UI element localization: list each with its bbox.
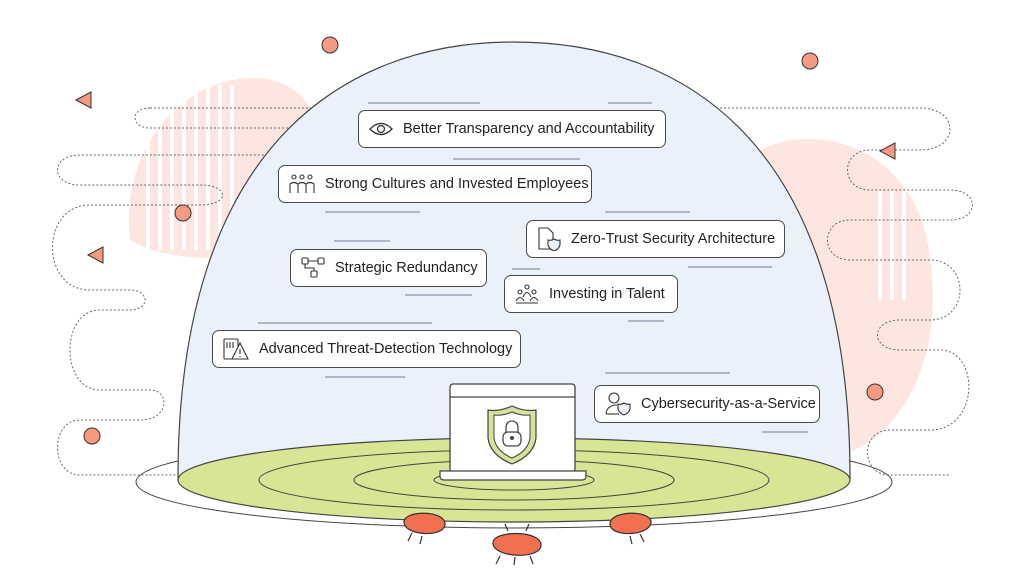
illustration: Better Transparency and Accountability S… [0,0,1024,576]
feature-label: Cybersecurity-as-a-Service [641,396,816,412]
feature-card-talent: Investing in Talent [504,275,678,313]
feature-card-caas: Cybersecurity-as-a-Service [594,385,820,423]
people-group-icon [289,174,315,193]
feature-card-threat-detection: Advanced Threat-Detection Technology [212,330,521,368]
feature-label: Strong Cultures and Invested Employees [325,176,589,192]
feature-card-culture: Strong Cultures and Invested Employees [278,165,592,203]
feature-label: Zero-Trust Security Architecture [571,231,776,247]
laptop [439,383,587,481]
network-nodes-icon [301,257,325,278]
feature-card-redundancy: Strategic Redundancy [290,249,487,287]
team-icon [515,284,539,304]
feature-label: Strategic Redundancy [335,260,478,276]
document-shield-icon [538,227,561,251]
eye-icon [369,122,393,136]
user-shield-icon [605,392,631,416]
feature-label: Better Transparency and Accountability [403,121,655,137]
warning-panel-icon [223,338,249,360]
feature-label: Advanced Threat-Detection Technology [259,341,513,357]
feature-label: Investing in Talent [549,286,665,302]
feature-card-zero-trust: Zero-Trust Security Architecture [526,220,785,258]
feature-card-transparency: Better Transparency and Accountability [358,110,666,148]
